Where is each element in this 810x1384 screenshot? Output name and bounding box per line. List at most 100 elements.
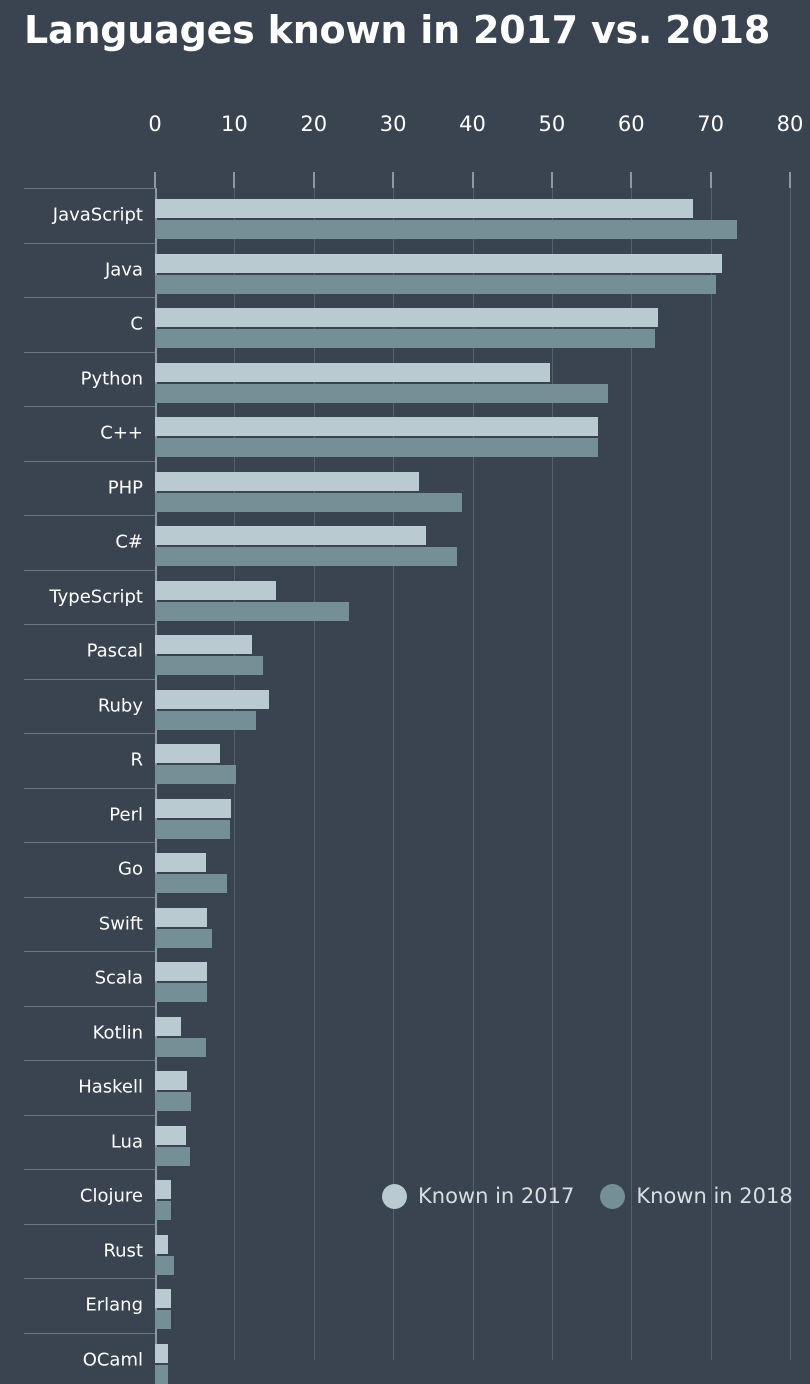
- bar-haskell-2018: [155, 1092, 191, 1111]
- row-separator: [24, 242, 155, 244]
- legend-label: Known in 2018: [636, 1184, 793, 1208]
- bar-scala-2017: [155, 962, 207, 981]
- bar-ocaml-2017: [155, 1343, 168, 1363]
- bar-kotlin-2018: [155, 1037, 206, 1057]
- bar-pascal-2017: [155, 635, 252, 654]
- x-tick-label-50: 50: [538, 112, 566, 136]
- legend-label: Known in 2017: [418, 1184, 575, 1208]
- bar-java-2017: [155, 253, 722, 273]
- row-separator: [24, 896, 155, 898]
- bar-python-2018: [155, 383, 609, 403]
- y-tick-label-c-: C#: [115, 531, 143, 553]
- y-tick-label-javascript: JavaScript: [52, 204, 143, 226]
- bar-swift-2017: [155, 907, 207, 927]
- bar-scala-2018: [155, 983, 207, 1002]
- bar-c-2018: [155, 329, 656, 348]
- bar-java-2018: [155, 274, 717, 294]
- y-tick-label-php: PHP: [107, 477, 143, 499]
- y-tick-label-clojure: Clojure: [79, 1185, 143, 1207]
- row-separator: [24, 787, 155, 789]
- bar-c--2017: [155, 526, 427, 545]
- bar-php-2017: [155, 471, 419, 491]
- row-separator: [24, 569, 155, 571]
- x-axis: 0 10 20 30 40 50 60 70 80: [148, 112, 803, 188]
- row-separator: [24, 515, 155, 516]
- row-separator: [24, 678, 155, 680]
- x-tick-label-70: 70: [697, 112, 724, 136]
- legend-entry-1[interactable]: Known in 2017: [382, 1183, 575, 1209]
- bar-clojure-2017: [155, 1180, 171, 1199]
- x-tick-label-20: 20: [300, 112, 328, 136]
- row-separator: [24, 1005, 155, 1007]
- y-tick-label-perl: Perl: [109, 804, 143, 826]
- y-axis: JavaScript Java C Python C++ PHP C# TypeScript P…: [0, 188, 155, 1370]
- bar-perl-2018: [155, 819, 231, 839]
- bar-c--2018: [155, 438, 598, 457]
- bar-erlang-2017: [155, 1289, 171, 1308]
- chart-title: Languages known in 2017 vs. 2018: [24, 8, 771, 52]
- row-separator: [24, 951, 155, 952]
- y-tick-label-r: R: [130, 749, 143, 771]
- bar-go-2017: [155, 853, 206, 872]
- x-tick-mark-30: [392, 172, 395, 188]
- bar-c--2018: [155, 547, 457, 566]
- row-separator: [24, 1114, 155, 1116]
- row-separator: [24, 460, 155, 462]
- bar-typescript-2018: [155, 601, 349, 621]
- bar-kotlin-2017: [155, 1016, 182, 1036]
- row-separator: [24, 733, 155, 734]
- bar-php-2018: [155, 492, 463, 512]
- x-tick-label-60: 60: [617, 112, 645, 136]
- row-separator: [24, 351, 155, 353]
- bar-lua-2017: [155, 1125, 186, 1145]
- bar-swift-2018: [155, 928, 213, 948]
- bar-rust-2017: [155, 1234, 168, 1254]
- row-separator: [24, 188, 155, 189]
- x-tick-mark-60: [630, 172, 633, 188]
- bar-rust-2018: [155, 1255, 175, 1275]
- y-tick-label-rust: Rust: [103, 1240, 143, 1262]
- y-tick-label-go: Go: [118, 858, 143, 880]
- row-separator: [24, 1223, 155, 1225]
- y-tick-label-swift: Swift: [98, 913, 143, 935]
- row-separator: [24, 297, 155, 298]
- y-tick-label-ocaml: OCaml: [82, 1349, 143, 1371]
- x-tick-label-40: 40: [459, 112, 486, 136]
- y-tick-label-kotlin: Kotlin: [92, 1022, 143, 1044]
- row-separator: [24, 1278, 155, 1279]
- bar-c-2017: [155, 308, 659, 327]
- y-tick-label-haskell: Haskell: [78, 1076, 143, 1098]
- bar-javascript-2018: [155, 220, 737, 239]
- bar-javascript-2017: [155, 199, 694, 218]
- row-separator: [24, 842, 155, 843]
- y-tick-label-pascal: Pascal: [86, 640, 143, 662]
- x-tick-label-30: 30: [379, 112, 407, 136]
- y-tick-label-ruby: Ruby: [97, 695, 143, 717]
- legend-entry-2[interactable]: Known in 2018: [600, 1183, 793, 1209]
- x-tick-mark-80: [789, 172, 791, 188]
- bar-ocaml-2018: [155, 1364, 168, 1384]
- row-separator: [24, 1060, 155, 1061]
- x-tick-mark-40: [471, 172, 474, 188]
- row-separator: [24, 1332, 155, 1334]
- y-tick-label-lua: Lua: [110, 1131, 143, 1153]
- y-tick-label-typescript: TypeScript: [49, 586, 143, 608]
- bar-typescript-2017: [155, 580, 277, 600]
- row-separator: [24, 624, 155, 625]
- bar-ruby-2017: [155, 689, 269, 709]
- y-tick-label-c: C: [130, 313, 143, 335]
- bar-perl-2017: [155, 798, 232, 818]
- bar-erlang-2018: [155, 1310, 171, 1329]
- bar-ruby-2018: [155, 710, 256, 730]
- bar-python-2017: [155, 362, 551, 382]
- bar-lua-2018: [155, 1146, 190, 1166]
- y-tick-label-erlang: Erlang: [85, 1294, 143, 1316]
- y-tick-label-scala: Scala: [94, 967, 143, 989]
- y-tick-label-c-: C++: [100, 422, 143, 444]
- bar-r-2018: [155, 765, 236, 784]
- bar-haskell-2017: [155, 1071, 187, 1090]
- chart-legend: Known in 2017 Known in 2018: [382, 1180, 793, 1212]
- bar-pascal-2018: [155, 656, 263, 675]
- x-tick-mark-70: [709, 172, 712, 188]
- bar-r-2017: [155, 744, 221, 763]
